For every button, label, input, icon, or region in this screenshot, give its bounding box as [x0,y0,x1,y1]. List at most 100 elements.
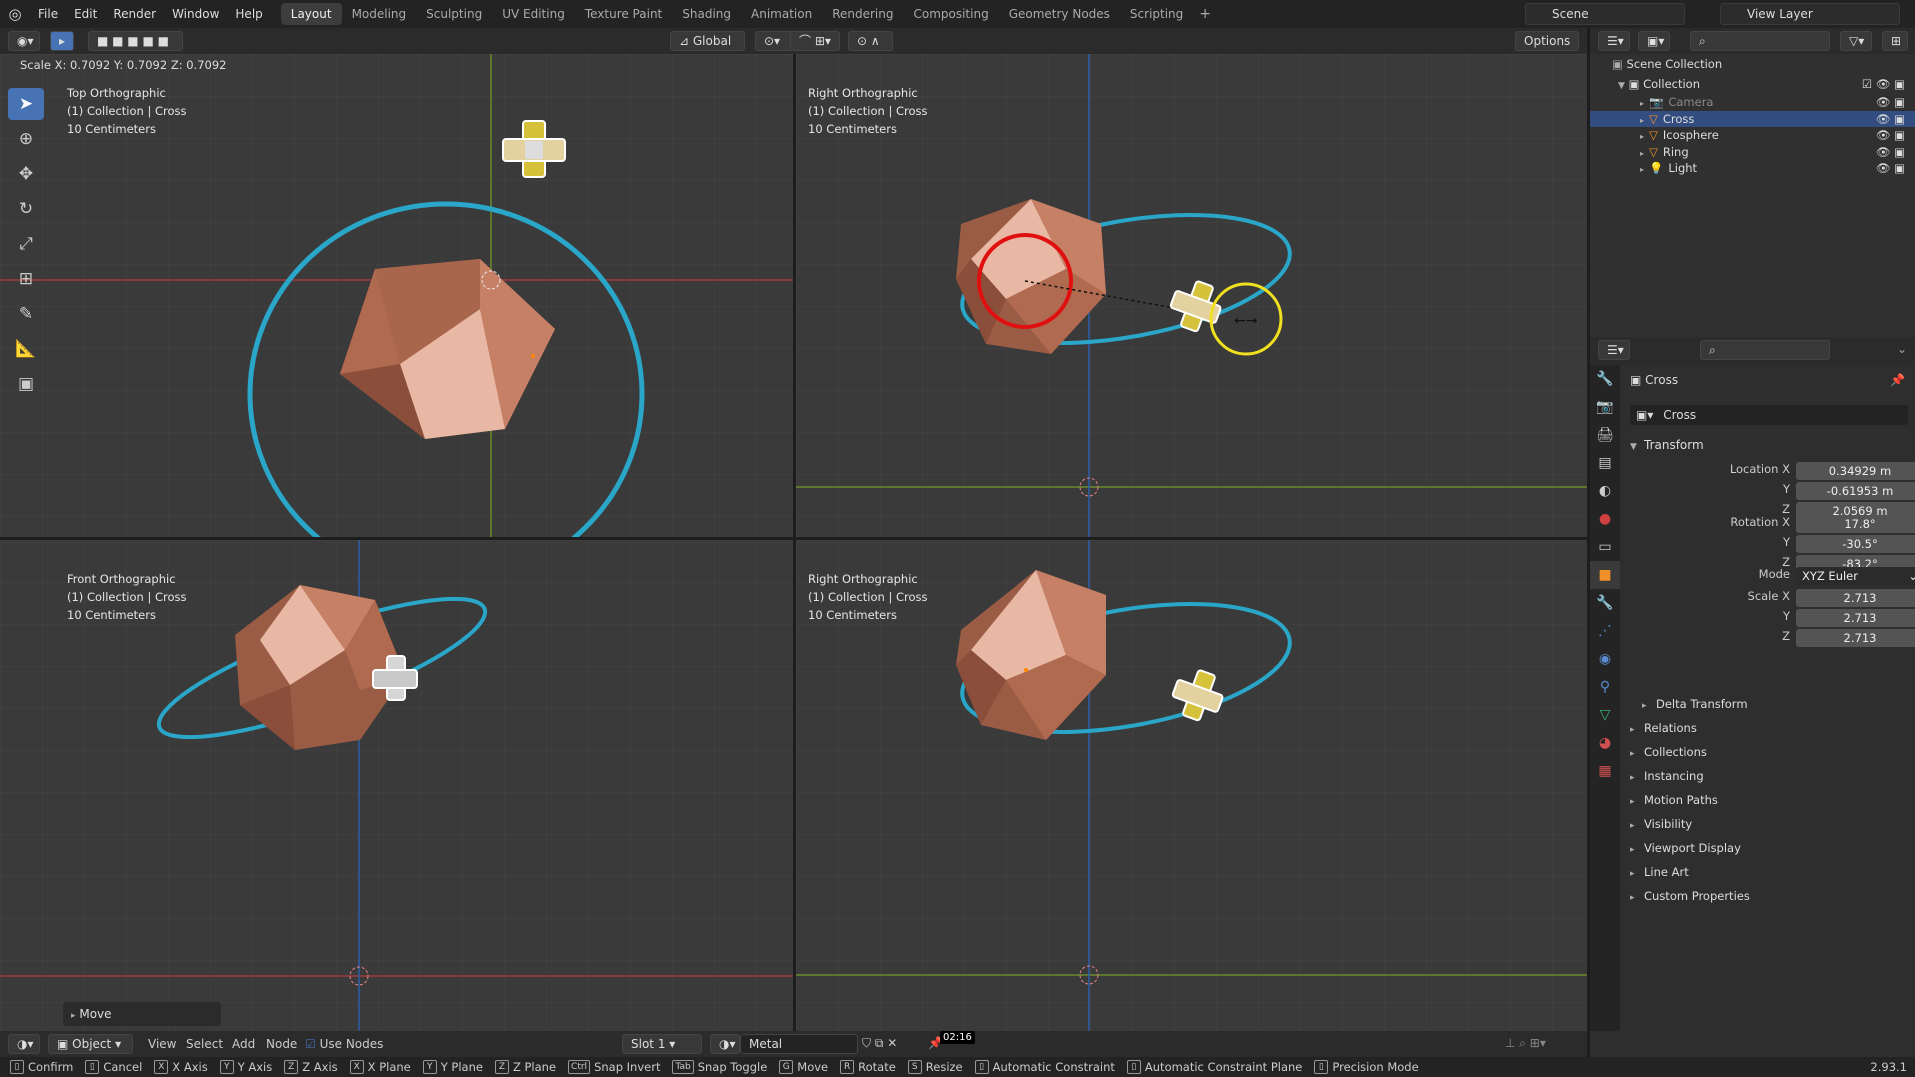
delta-transform-header[interactable]: ▸ Delta Transform [1642,697,1748,711]
visibility-icons[interactable]: 👁 ▣ [1876,94,1905,110]
panel-visibility[interactable]: ▸ Visibility [1630,817,1692,831]
visibility-icons[interactable]: 👁 ▣ [1876,160,1905,176]
object-mode-dropdown[interactable]: ▣ Object ▾ [48,1034,133,1054]
modifier-tab-icon[interactable]: 🔧 [1590,589,1620,617]
select-menu[interactable]: Select [186,1037,223,1051]
panel-collections[interactable]: ▸ Collections [1630,745,1707,759]
viewport-right-ortho-bottom[interactable]: Right Orthographic (1) Collection | Cros… [796,540,1587,1031]
tab-uv-editing[interactable]: UV Editing [492,3,575,25]
menu-window[interactable]: Window [164,7,227,21]
editor-type-button[interactable]: ◑▾ [8,1034,40,1054]
expand-arrow-icon[interactable]: ▸ [1640,116,1644,125]
outliner-search[interactable]: ⌕ [1690,31,1830,51]
outliner-editor-type[interactable]: ☰▾ [1598,31,1630,51]
pin-icon[interactable]: 📌 [1890,373,1905,387]
add-menu[interactable]: Add [232,1037,255,1051]
tab-texture-paint[interactable]: Texture Paint [575,3,672,25]
scale-tool-icon[interactable]: ⤢ [8,228,44,260]
panel-motion-paths[interactable]: ▸ Motion Paths [1630,793,1718,807]
area-divider[interactable] [793,54,796,1031]
view-layer-selector[interactable]: View Layer [1720,3,1900,25]
proportional-edit[interactable]: ⊙ ∧ [848,31,893,51]
rotation-y-field[interactable]: -30.5° [1796,535,1915,553]
visibility-icons[interactable]: 👁 ▣ [1876,127,1905,143]
new-collection-icon[interactable]: ⊞ [1882,31,1908,51]
world-tab-icon[interactable]: ● [1590,505,1620,533]
transform-tool-icon[interactable]: ⊞ [8,263,44,295]
data-tab-icon[interactable]: ▽ [1590,701,1620,729]
outliner-item-ring[interactable]: ▸ ▽ Ring 👁 ▣ [1590,144,1915,160]
rotation-mode-dropdown[interactable]: XYZ Euler ⌄ [1796,567,1915,585]
viewport-front-ortho[interactable]: Front Orthographic (1) Collection | Cros… [0,540,793,1031]
tab-animation[interactable]: Animation [741,3,822,25]
menu-help[interactable]: Help [227,7,270,21]
visibility-icons[interactable]: 👁 ▣ [1876,144,1905,160]
texture-tab-icon[interactable]: ▦ [1590,757,1620,785]
viewport-right-ortho-top[interactable]: ←→ Right Orthographic (1) Collection | C… [796,54,1587,537]
move-tool-icon[interactable]: ✥ [8,158,44,190]
menu-render[interactable]: Render [105,7,164,21]
output-tab-icon[interactable]: 🖨 [1590,421,1620,449]
operator-panel[interactable]: ▸ Move [63,1002,221,1026]
collection-tab-icon[interactable]: ▭ [1590,533,1620,561]
panel-line-art[interactable]: ▸ Line Art [1630,865,1689,879]
panel-relations[interactable]: ▸ Relations [1630,721,1697,735]
outliner-item-icosphere[interactable]: ▸ ▽ Icosphere 👁 ▣ [1590,127,1915,143]
tab-sculpting[interactable]: Sculpting [416,3,492,25]
node-menu[interactable]: Node [266,1037,297,1051]
outliner-item-light[interactable]: ▸ 💡 Light 👁 ▣ [1590,160,1915,176]
tab-scripting[interactable]: Scripting [1120,3,1193,25]
expand-arrow-icon[interactable]: ▼ [1618,81,1625,91]
snap-toggle[interactable]: ⌒ ⊞▾ [790,31,840,51]
chevron-down-icon[interactable]: ⌄ [1897,342,1907,356]
outliner-item-camera[interactable]: ▸ 📷 Camera 👁 ▣ [1590,94,1915,110]
scale-x-field[interactable]: 2.713 [1796,589,1915,607]
particles-tab-icon[interactable]: ⋰ [1590,617,1620,645]
visibility-icons[interactable]: 👁 ▣ [1876,111,1905,127]
tab-shading[interactable]: Shading [672,3,741,25]
tool-tab-icon[interactable]: 🔧 [1590,365,1620,393]
physics-tab-icon[interactable]: ◉ [1590,645,1620,673]
view-layer-tab-icon[interactable]: ▤ [1590,449,1620,477]
tab-layout[interactable]: Layout [280,3,342,25]
select-tool-icon[interactable]: ➤ [8,88,44,120]
object-tab-icon[interactable]: ■ [1590,561,1620,589]
location-y-field[interactable]: -0.61953 m [1796,482,1915,500]
expand-arrow-icon[interactable]: ▸ [1640,132,1644,141]
object-name-field[interactable]: ▣▾ Cross [1630,405,1908,425]
panel-viewport-display[interactable]: ▸ Viewport Display [1630,841,1741,855]
select-box-button[interactable]: ▸ [50,31,74,51]
expand-arrow-icon[interactable]: ▸ [1640,165,1644,174]
transform-panel-header[interactable]: ▼ Transform [1630,438,1704,452]
render-tab-icon[interactable]: 📷 [1590,393,1620,421]
tab-geometry-nodes[interactable]: Geometry Nodes [999,3,1120,25]
viewport-top-ortho[interactable]: Top Orthographic (1) Collection | Cross … [0,54,793,537]
scale-y-field[interactable]: 2.713 [1796,609,1915,627]
scene-tab-icon[interactable]: ◐ [1590,477,1620,505]
add-workspace-button[interactable]: + [1193,6,1217,22]
scene-collection-row[interactable]: ▣ Scene Collection [1590,54,1915,74]
options-dropdown[interactable]: Options ▾ [1515,31,1579,66]
rotation-x-field[interactable]: 17.8° [1796,515,1915,533]
view-menu[interactable]: View [148,1037,176,1051]
tab-modeling[interactable]: Modeling [342,3,417,25]
visibility-icons[interactable]: ☑ 👁 ▣ [1862,74,1905,94]
expand-arrow-icon[interactable]: ▸ [1640,149,1644,158]
scale-z-field[interactable]: 2.713 [1796,629,1915,647]
expand-arrow-icon[interactable]: ▸ [1640,99,1644,108]
selection-mode-buttons[interactable]: ■ ■ ■ ■ ■ [88,31,183,51]
area-divider[interactable] [0,537,1587,540]
material-browse-icon[interactable]: ◑▾ [710,1034,740,1054]
tab-rendering[interactable]: Rendering [822,3,903,25]
material-actions-icons[interactable]: ⛉ ⧉ ✕ [862,1036,897,1051]
cursor-tool-icon[interactable]: ⊕ [8,123,44,155]
location-x-field[interactable]: 0.34929 m [1796,462,1915,480]
annotate-tool-icon[interactable]: ✎ [8,298,44,330]
outliner-item-cross[interactable]: ▸ ▽ Cross 👁 ▣ [1590,110,1915,127]
properties-search[interactable]: ⌕ [1700,340,1830,360]
measure-tool-icon[interactable]: 📐 [8,333,44,365]
panel-instancing[interactable]: ▸ Instancing [1630,769,1704,783]
transform-orientation-dropdown[interactable]: ⊿ Global ▾ [670,31,745,66]
rotate-tool-icon[interactable]: ↻ [8,193,44,225]
blender-logo-icon[interactable]: ◎ [0,5,30,23]
